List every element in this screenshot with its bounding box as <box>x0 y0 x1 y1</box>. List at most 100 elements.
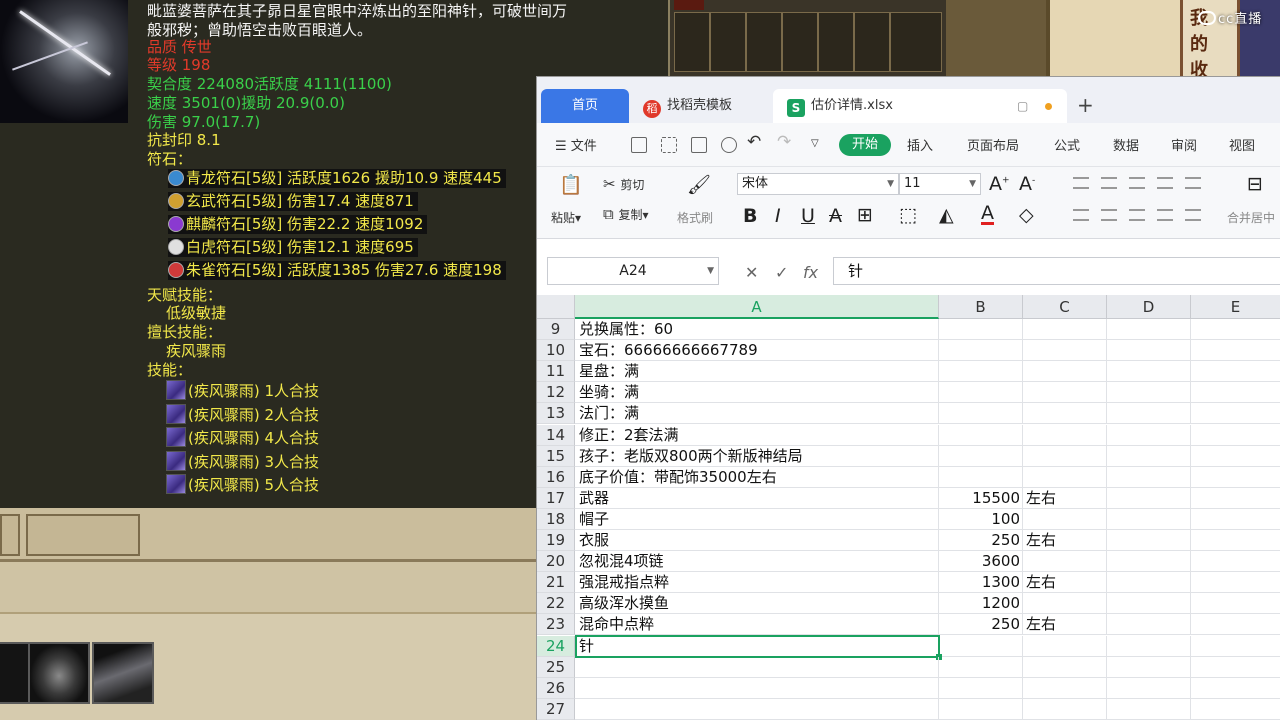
equip-boots-slot[interactable] <box>92 642 154 704</box>
indent-decrease-icon[interactable] <box>1157 177 1173 189</box>
cell-b[interactable] <box>939 382 1023 404</box>
cell-c[interactable] <box>1023 445 1107 467</box>
cell-a[interactable]: 强混戒指点粹 <box>575 572 939 594</box>
align-bottom-icon[interactable] <box>1129 177 1145 189</box>
row-header[interactable]: 14 <box>537 424 575 446</box>
cell-c[interactable]: 左右 <box>1023 487 1107 509</box>
font-color-icon[interactable]: A <box>981 204 994 225</box>
row-header[interactable]: 16 <box>537 466 575 488</box>
cell-c[interactable] <box>1023 466 1107 488</box>
italic-icon[interactable]: I <box>775 205 781 227</box>
cell-c[interactable] <box>1023 403 1107 425</box>
cell-a[interactable]: 底子价值：带配饰35000左右 <box>575 466 939 488</box>
column-header-c[interactable]: C <box>1023 295 1107 319</box>
cell-b[interactable] <box>939 361 1023 383</box>
row-header[interactable]: 19 <box>537 530 575 551</box>
cell-d[interactable] <box>1107 382 1191 404</box>
row-header[interactable]: 21 <box>537 572 575 594</box>
menu-file[interactable]: ☰ 文件 <box>555 135 597 154</box>
row-header[interactable]: 15 <box>537 445 575 467</box>
cell-d[interactable] <box>1107 656 1191 678</box>
cell-d[interactable] <box>1107 614 1191 636</box>
cell-d[interactable] <box>1107 361 1191 383</box>
cell-e[interactable] <box>1191 572 1280 594</box>
cell-c[interactable] <box>1023 551 1107 573</box>
cell-d[interactable] <box>1107 698 1191 720</box>
cell-b[interactable] <box>939 698 1023 720</box>
save-icon[interactable] <box>631 137 647 153</box>
row-header[interactable]: 20 <box>537 551 575 573</box>
indent-increase-icon[interactable] <box>1185 177 1201 189</box>
cell-a[interactable]: 兑换属性：60 <box>575 319 939 340</box>
menu-page-layout[interactable]: 页面布局 <box>967 135 1019 154</box>
cell-d[interactable] <box>1107 508 1191 530</box>
fill-style-icon[interactable]: ⬚ <box>899 204 917 226</box>
menu-start[interactable]: 开始 <box>839 134 891 156</box>
print-icon[interactable] <box>691 137 707 153</box>
cell-b[interactable]: 3600 <box>939 551 1023 573</box>
cell-d[interactable] <box>1107 424 1191 446</box>
menu-review[interactable]: 审阅 <box>1171 135 1197 154</box>
cell-c[interactable]: 左右 <box>1023 530 1107 551</box>
cell-b[interactable]: 250 <box>939 530 1023 551</box>
cell-c[interactable] <box>1023 698 1107 720</box>
cell-d[interactable] <box>1107 530 1191 551</box>
cell-d[interactable] <box>1107 466 1191 488</box>
cell-a[interactable]: 武器 <box>575 487 939 509</box>
cell-a[interactable]: 修正：2套法满 <box>575 424 939 446</box>
font-size-select[interactable]: 11 ▼ <box>899 173 981 195</box>
cell-d[interactable] <box>1107 635 1191 657</box>
cell-e[interactable] <box>1191 403 1280 425</box>
row-header[interactable]: 17 <box>537 487 575 509</box>
cell-a[interactable]: 星盘：满 <box>575 361 939 383</box>
preview-icon[interactable] <box>721 137 737 153</box>
font-name-select[interactable]: 宋体 ▼ <box>737 173 899 195</box>
cell-e[interactable] <box>1191 699 1280 720</box>
cell-a[interactable]: 法门：满 <box>575 403 939 425</box>
cell-e[interactable] <box>1191 382 1280 404</box>
cut-button[interactable]: ✂ 剪切 <box>603 175 644 193</box>
align-middle-icon[interactable] <box>1101 177 1117 189</box>
cell-b[interactable] <box>939 340 1023 362</box>
fill-color-icon[interactable]: ◭ <box>939 204 954 226</box>
cell-d[interactable] <box>1107 319 1191 340</box>
cancel-icon[interactable]: ✕ <box>745 263 758 282</box>
cell-d[interactable] <box>1107 551 1191 573</box>
align-right-icon[interactable] <box>1129 209 1145 221</box>
cell-b[interactable]: 15500 <box>939 487 1023 509</box>
cell-e[interactable] <box>1191 340 1280 362</box>
cell-b[interactable] <box>939 319 1023 340</box>
cell-a[interactable]: 宝石：66666666667789 <box>575 340 939 362</box>
cell-e[interactable] <box>1191 361 1280 383</box>
cell-d[interactable] <box>1107 593 1191 615</box>
cell-a[interactable] <box>575 698 939 720</box>
menu-formula[interactable]: 公式 <box>1054 135 1080 154</box>
cell-c[interactable] <box>1023 593 1107 615</box>
row-header[interactable]: 13 <box>537 403 575 425</box>
cell-b[interactable] <box>939 677 1023 699</box>
cell-c[interactable] <box>1023 424 1107 446</box>
cell-d[interactable] <box>1107 403 1191 425</box>
cell-d[interactable] <box>1107 445 1191 467</box>
cell-b[interactable] <box>939 656 1023 678</box>
cell-c[interactable] <box>1023 656 1107 678</box>
underline-icon[interactable]: U <box>801 205 815 227</box>
column-header-a[interactable]: A <box>575 295 939 319</box>
undo-icon[interactable]: ↶ <box>747 132 761 152</box>
merge-center-button[interactable]: 合并居中 <box>1227 209 1275 226</box>
cell-d[interactable] <box>1107 677 1191 699</box>
menu-view[interactable]: 视图 <box>1229 135 1255 154</box>
cell-e[interactable] <box>1191 425 1280 446</box>
format-painter-icon[interactable]: 🖌 <box>687 173 711 196</box>
cell-b[interactable]: 1200 <box>939 593 1023 615</box>
row-header[interactable]: 27 <box>537 698 575 720</box>
cell-b[interactable]: 100 <box>939 508 1023 530</box>
align-center-icon[interactable] <box>1101 209 1117 221</box>
cell-b[interactable]: 1300 <box>939 572 1023 594</box>
cell-name-box[interactable]: A24 ▼ <box>547 257 719 285</box>
column-header-d[interactable]: D <box>1107 295 1191 319</box>
cell-c[interactable] <box>1023 319 1107 340</box>
cell-b[interactable]: 250 <box>939 614 1023 636</box>
new-tab-plus-icon[interactable]: + <box>1077 93 1094 117</box>
row-header[interactable]: 25 <box>537 656 575 678</box>
